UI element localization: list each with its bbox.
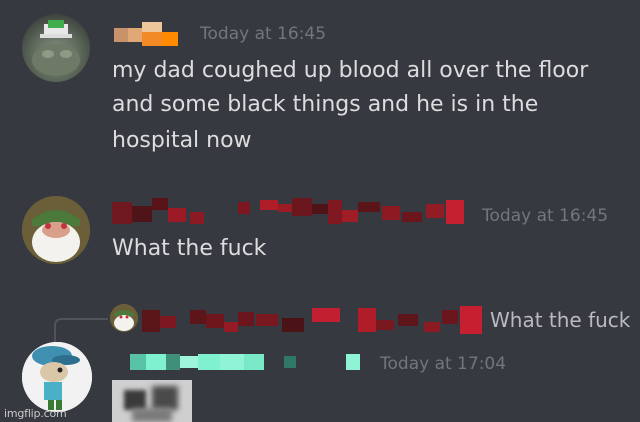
cartoon-character-icon	[22, 342, 92, 412]
avatar-user-2[interactable]	[22, 196, 90, 264]
reply-preview-text[interactable]: What the fuck	[490, 308, 630, 332]
frog-hat-icon	[32, 20, 80, 76]
message-text: my dad coughed up blood all over the flo…	[112, 58, 589, 83]
watermark: imgflip.com	[4, 407, 67, 420]
message-text: hospital now	[112, 128, 252, 153]
image-attachment[interactable]	[112, 380, 192, 422]
gnome-icon	[22, 196, 90, 264]
avatar-user-3[interactable]	[22, 342, 92, 412]
gnome-icon	[110, 304, 138, 332]
message-text: and some black things and he is in the	[112, 92, 539, 117]
message-timestamp: Today at 16:45	[200, 24, 327, 44]
redacted-username-1[interactable]	[114, 20, 184, 50]
message-timestamp: Today at 17:04	[380, 354, 507, 374]
reply-redacted-username[interactable]	[142, 304, 486, 336]
avatar-user-1[interactable]	[22, 14, 90, 82]
reply-avatar[interactable]	[110, 304, 138, 332]
message-text: What the fuck	[112, 236, 267, 261]
redacted-username-3[interactable]	[130, 352, 360, 372]
message-timestamp: Today at 16:45	[482, 206, 609, 226]
reply-connector	[54, 318, 108, 344]
redacted-username-2[interactable]	[112, 196, 472, 228]
